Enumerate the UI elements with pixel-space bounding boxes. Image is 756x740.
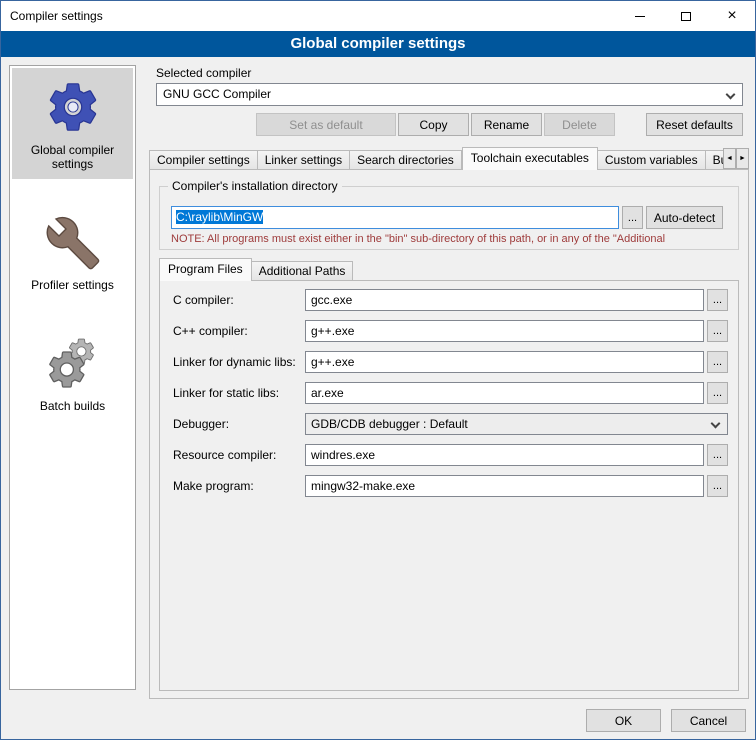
subtab-program-files[interactable]: Program Files [159, 258, 252, 281]
tab-linker-settings[interactable]: Linker settings [258, 150, 350, 169]
cpp-compiler-input[interactable]: g++.exe [305, 320, 704, 342]
subtab-additional-paths[interactable]: Additional Paths [252, 261, 354, 280]
linker-dynamic-browse-button[interactable]: ... [707, 351, 728, 373]
resource-compiler-browse-button[interactable]: ... [707, 444, 728, 466]
linker-dynamic-label: Linker for dynamic libs: [173, 351, 303, 373]
sidebar-item-batch-builds[interactable]: Batch builds [12, 326, 133, 421]
sidebar-item-label: Batch builds [40, 399, 105, 413]
minimize-button[interactable] [617, 1, 663, 31]
make-program-input[interactable]: mingw32-make.exe [305, 475, 704, 497]
titlebar: Compiler settings × [1, 1, 755, 31]
selected-compiler-combobox[interactable]: GNU GCC Compiler [156, 83, 743, 106]
sidebar-item-profiler-settings[interactable]: Profiler settings [12, 205, 133, 300]
compiler-tabs: Compiler settings Linker settings Search… [149, 147, 723, 170]
close-button[interactable]: × [709, 1, 755, 31]
debugger-value: GDB/CDB debugger : Default [311, 417, 468, 431]
chevron-down-icon [726, 90, 736, 100]
tab-search-directories[interactable]: Search directories [350, 150, 462, 169]
cpp-compiler-value: g++.exe [311, 324, 354, 338]
cancel-button[interactable]: Cancel [671, 709, 746, 732]
gear-blue-icon [44, 78, 102, 136]
c-compiler-input[interactable]: gcc.exe [305, 289, 704, 311]
linker-dynamic-input[interactable]: g++.exe [305, 351, 704, 373]
c-compiler-label: C compiler: [173, 289, 303, 311]
resource-compiler-value: windres.exe [311, 448, 375, 462]
tab-compiler-settings[interactable]: Compiler settings [149, 150, 258, 169]
c-compiler-browse-button[interactable]: ... [707, 289, 728, 311]
copy-button[interactable]: Copy [398, 113, 469, 136]
tab-scroll-right-button[interactable]: ► [736, 148, 749, 169]
maximize-button[interactable] [663, 1, 709, 31]
linker-static-label: Linker for static libs: [173, 382, 303, 404]
installation-directory-input[interactable]: C:\raylib\MinGW [171, 206, 619, 229]
reset-defaults-button[interactable]: Reset defaults [646, 113, 743, 136]
program-files-tabs: Program Files Additional Paths [159, 258, 739, 281]
auto-detect-button[interactable]: Auto-detect [646, 206, 723, 229]
c-compiler-value: gcc.exe [311, 293, 352, 307]
debugger-combobox[interactable]: GDB/CDB debugger : Default [305, 413, 728, 435]
cpp-compiler-browse-button[interactable]: ... [707, 320, 728, 342]
ok-button[interactable]: OK [586, 709, 661, 732]
bin-subdirectory-note: NOTE: All programs must exist either in … [171, 233, 737, 245]
installation-directory-selected-text: C:\raylib\MinGW [176, 210, 263, 224]
installation-directory-legend: Compiler's installation directory [168, 179, 342, 193]
linker-dynamic-value: g++.exe [311, 355, 354, 369]
sidebar-item-label: Global compiler settings [14, 143, 131, 171]
resource-compiler-label: Resource compiler: [173, 444, 303, 466]
tab-build-options-clipped[interactable]: Buil [706, 150, 723, 169]
minimize-icon [635, 16, 645, 17]
linker-static-value: ar.exe [311, 386, 344, 400]
cpp-compiler-label: C++ compiler: [173, 320, 303, 342]
debugger-label: Debugger: [173, 413, 303, 435]
sidebar-item-global-compiler-settings[interactable]: Global compiler settings [12, 68, 133, 179]
make-program-browse-button[interactable]: ... [707, 475, 728, 497]
chevron-down-icon [711, 419, 721, 429]
maximize-icon [681, 12, 691, 21]
page-title: Global compiler settings [1, 31, 755, 57]
set-as-default-button[interactable]: Set as default [256, 113, 396, 136]
tab-custom-variables[interactable]: Custom variables [598, 150, 706, 169]
make-program-value: mingw32-make.exe [311, 479, 415, 493]
close-icon: × [727, 8, 736, 24]
resource-compiler-input[interactable]: windres.exe [305, 444, 704, 466]
selected-compiler-label: Selected compiler [156, 66, 251, 80]
compiler-settings-dialog: Compiler settings × Global compiler sett… [0, 0, 756, 740]
selected-compiler-value: GNU GCC Compiler [163, 87, 271, 101]
linker-static-input[interactable]: ar.exe [305, 382, 704, 404]
tab-scroll-left-button[interactable]: ◄ [723, 148, 736, 169]
delete-button[interactable]: Delete [544, 113, 615, 136]
settings-sidebar: Global compiler settings Profiler settin… [9, 65, 136, 690]
linker-static-browse-button[interactable]: ... [707, 382, 728, 404]
installation-directory-browse-button[interactable]: ... [622, 206, 643, 229]
sidebar-item-label: Profiler settings [31, 278, 114, 292]
gears-gray-icon [45, 336, 101, 392]
window-title: Compiler settings [10, 1, 103, 31]
tab-toolchain-executables[interactable]: Toolchain executables [462, 147, 598, 170]
profiler-tool-icon [45, 215, 101, 271]
make-program-label: Make program: [173, 475, 303, 497]
rename-button[interactable]: Rename [471, 113, 542, 136]
